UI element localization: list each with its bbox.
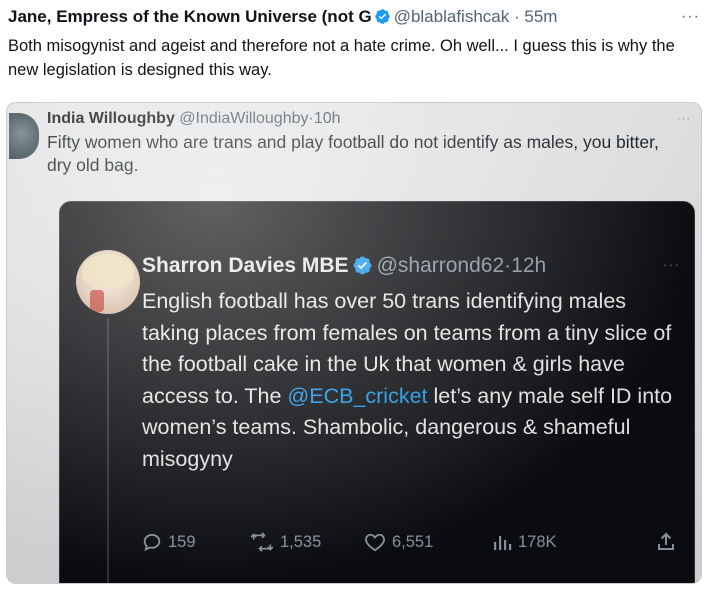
embedded-timestamp: 12h (511, 254, 547, 277)
quoted-avatar (9, 113, 39, 159)
share-action (656, 528, 682, 556)
action-bar: 159 1,535 6,551 178K (142, 528, 682, 556)
retweet-icon (250, 532, 274, 552)
quoted-author-handle: @IndiaWilloughby (179, 110, 309, 127)
embedded-author-handle: @sharrond62 (376, 254, 505, 277)
retweet-action: 1,535 (250, 528, 321, 556)
mention-link: @ECB_cricket (287, 383, 428, 408)
embedded-verified-icon (353, 256, 372, 275)
outer-timestamp[interactable]: 55m (524, 7, 557, 26)
outer-author-name[interactable]: Jane, Empress of the Known Universe (not… (8, 7, 372, 26)
reply-icon (143, 533, 161, 552)
outer-tweet-text: Both misogynist and ageist and therefore… (8, 37, 675, 79)
share-icon (658, 532, 674, 550)
embedded-tweet-card: Sharron Davies MBE @sharrond62·12h ··· En… (59, 201, 695, 583)
like-action: 6,551 (364, 528, 433, 556)
quoted-author-name: India Willoughby (47, 110, 175, 127)
embedded-author-name: Sharron Davies MBE (142, 254, 349, 277)
quoted-tweet-text: Fifty women who are trans and play footb… (47, 132, 659, 175)
quoted-tweet-header: India Willoughby @IndiaWilloughby·10h (47, 109, 341, 129)
thread-line (107, 318, 109, 583)
verified-icon (374, 9, 390, 24)
views-icon (494, 536, 512, 550)
embedded-avatar (76, 250, 140, 314)
attached-photo[interactable]: India Willoughby @IndiaWilloughby·10h ··… (6, 102, 702, 584)
outer-author-handle[interactable]: @blablafishcak (394, 7, 510, 26)
retweet-count: 1,535 (280, 532, 322, 551)
embedded-tweet-text: English football has over 50 trans ident… (142, 286, 682, 475)
reply-count: 159 (168, 532, 196, 551)
more-icon[interactable]: ··· (681, 6, 700, 28)
like-icon (365, 533, 385, 552)
quoted-more-icon: ··· (677, 113, 691, 125)
embedded-more-icon: ··· (663, 256, 680, 272)
embedded-tweet-header: Sharron Davies MBE @sharrond62·12h (142, 252, 546, 280)
views-action: 178K (492, 528, 557, 556)
reply-action: 159 (142, 528, 196, 556)
views-count: 178K (518, 532, 557, 551)
outer-tweet-header: Jane, Empress of the Known Universe (not… (8, 6, 700, 28)
quoted-timestamp: 10h (313, 110, 341, 127)
outer-separator: · (513, 7, 520, 26)
like-count: 6,551 (392, 532, 434, 551)
